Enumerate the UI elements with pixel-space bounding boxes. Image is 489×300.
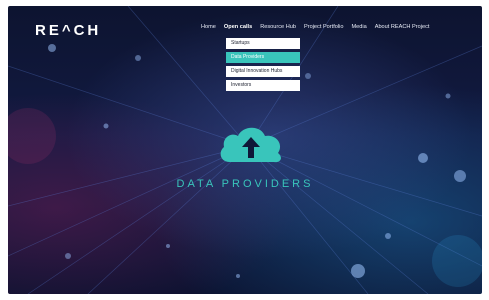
nav-item-project-portfolio[interactable]: Project Portfolio	[304, 24, 343, 36]
page-title: DATA PROVIDERS	[176, 178, 314, 190]
main-nav: Home Open calls Resource Hub Project Por…	[201, 24, 429, 36]
nav-item-home[interactable]: Home	[201, 24, 216, 36]
dropdown-item-startups[interactable]: Startups	[226, 38, 300, 49]
nav-item-about[interactable]: About REACH Project	[375, 24, 430, 36]
dropdown-item-investors[interactable]: Investors	[226, 80, 300, 91]
nav-item-media[interactable]: Media	[351, 24, 366, 36]
nav-item-resource-hub[interactable]: Resource Hub	[260, 24, 296, 36]
nav-item-open-calls[interactable]: Open calls	[224, 24, 252, 36]
hero-banner: RE^CH Home Open calls Resource Hub Proje…	[8, 6, 482, 294]
reach-logo[interactable]: RE^CH	[35, 22, 101, 39]
dropdown-item-digital-innovation-hubs[interactable]: Digital Innovation Hubs	[226, 66, 300, 77]
cloud-upload-icon	[220, 127, 281, 163]
dropdown-item-data-providers[interactable]: Data Providers	[226, 52, 300, 63]
open-calls-dropdown: Startups Data Providers Digital Innovati…	[226, 38, 300, 94]
